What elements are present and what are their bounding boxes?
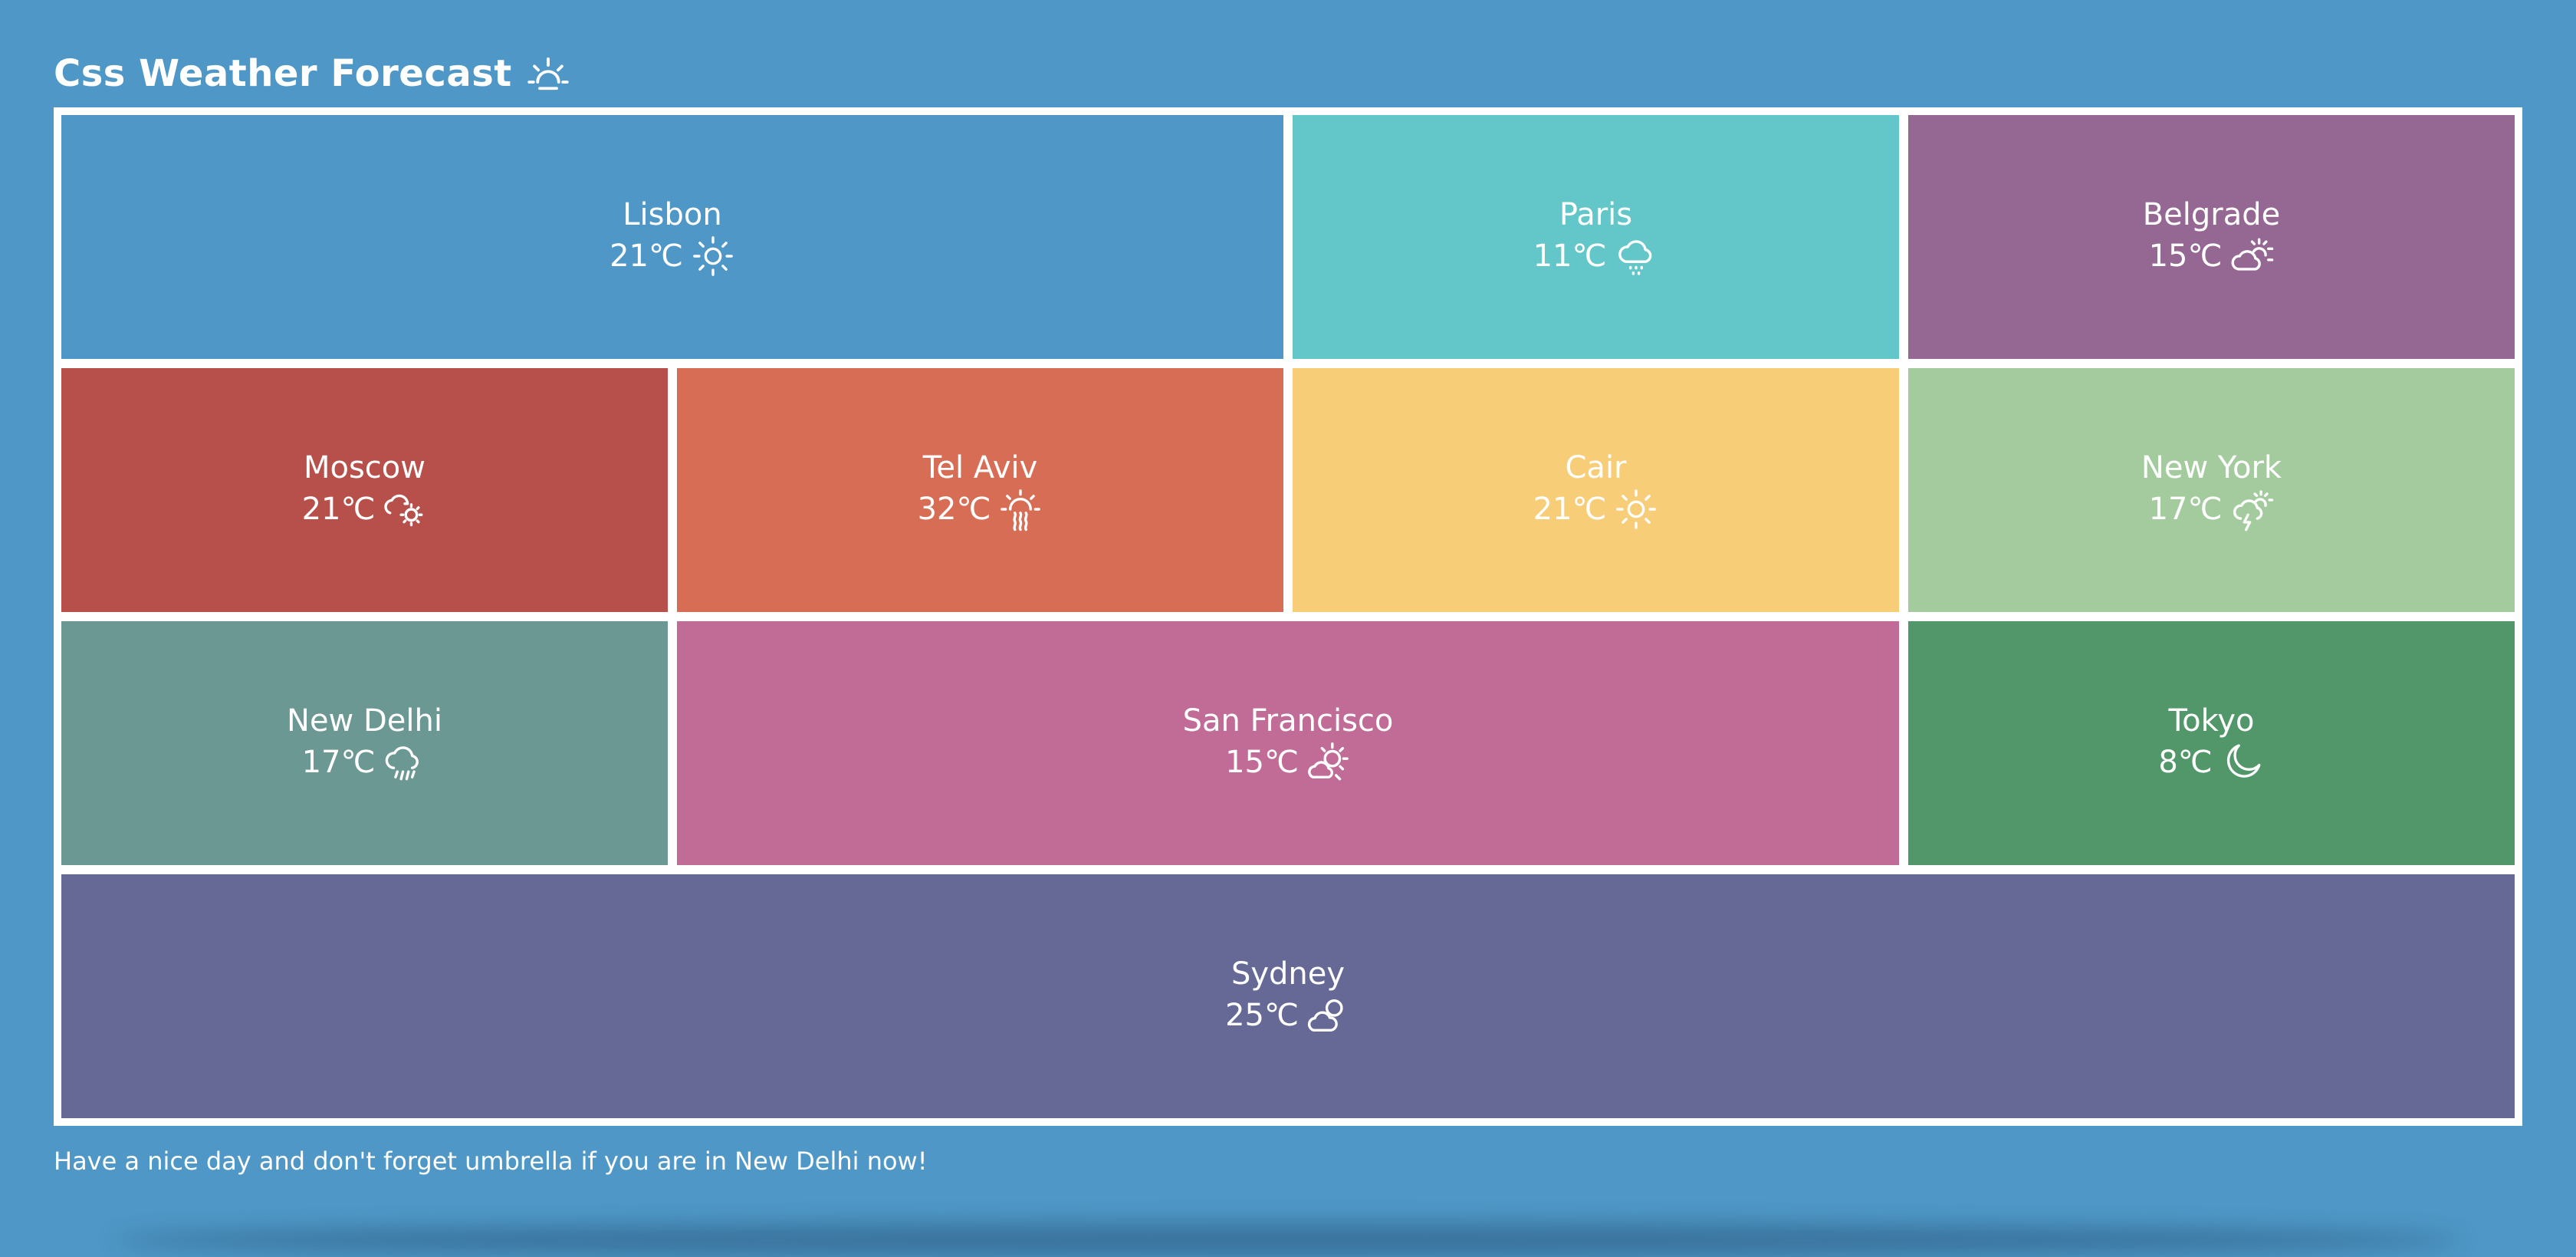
city-tile-lisbon[interactable]: Lisbon 21℃ <box>61 115 1283 359</box>
temperature-row: 15℃ <box>2149 234 2275 278</box>
city-name: Belgrade <box>2142 197 2281 232</box>
cloud-drizzle-icon <box>1614 234 1658 278</box>
sun-icon <box>691 234 735 278</box>
city-tile-new-delhi[interactable]: New Delhi 17℃ <box>61 621 668 865</box>
page-title-text: Css Weather Forecast <box>54 52 512 95</box>
temperature-row: 21℃ <box>302 487 428 531</box>
city-name: New York <box>2141 450 2282 485</box>
temperature: 21℃ <box>610 239 683 274</box>
page-title: Css Weather Forecast <box>54 44 573 103</box>
bottom-shadow <box>115 1223 2461 1257</box>
city-tile-new-york[interactable]: New York 17℃ <box>1908 368 2515 612</box>
temperature-row: 11℃ <box>1533 234 1659 278</box>
temperature: 21℃ <box>301 492 376 527</box>
footer-message: Have a nice day and don't forget umbrell… <box>54 1147 928 1176</box>
temperature: 17℃ <box>301 745 376 780</box>
temperature-row: 8℃ <box>2158 740 2264 785</box>
city-name: Tokyo <box>2168 703 2255 739</box>
city-tile-belgrade[interactable]: Belgrade 15℃ <box>1908 115 2515 359</box>
temperature: 11℃ <box>1533 239 1607 274</box>
city-tile-san-francisco[interactable]: San Francisco 15℃ <box>677 621 1899 865</box>
city-tile-tokyo[interactable]: Tokyo 8℃ <box>1908 621 2515 865</box>
city-name: Moscow <box>303 450 426 485</box>
sun-haze-icon <box>998 487 1043 531</box>
city-name: Cair <box>1565 450 1627 485</box>
temperature: 15℃ <box>2148 239 2223 274</box>
partly-cloudy-icon <box>2229 234 2274 278</box>
sunrise-icon <box>523 48 573 99</box>
cloud-sun-icon <box>383 487 427 531</box>
city-name: Tel Aviv <box>922 450 1038 485</box>
city-tile-cair[interactable]: Cair 21℃ <box>1293 368 1899 612</box>
moon-icon <box>2220 740 2265 785</box>
temperature-row: 15℃ <box>1225 740 1351 785</box>
temperature: 8℃ <box>2158 745 2213 780</box>
city-tile-tel-aviv[interactable]: Tel Aviv 32℃ <box>677 368 1283 612</box>
city-tile-sydney[interactable]: Sydney 25℃ <box>61 874 2515 1118</box>
city-name: New Delhi <box>287 703 442 739</box>
temperature: 32℃ <box>917 492 991 527</box>
temperature-row: 17℃ <box>302 740 428 785</box>
temperature-row: 21℃ <box>1533 487 1659 531</box>
city-name: San Francisco <box>1182 703 1394 739</box>
city-tile-paris[interactable]: Paris 11℃ <box>1293 115 1899 359</box>
storm-sun-icon <box>2229 487 2274 531</box>
temperature-row: 17℃ <box>2149 487 2275 531</box>
cloud-rain-icon <box>383 740 427 785</box>
sun-icon <box>1614 487 1658 531</box>
temperature-row: 25℃ <box>1225 993 1351 1038</box>
city-tile-moscow[interactable]: Moscow 21℃ <box>61 368 668 612</box>
weather-grid: Lisbon 21℃ Paris 11℃ Belgrade 15℃ Moscow 21℃ Tel… <box>54 107 2522 1126</box>
sun-behind-cloud-icon <box>1306 740 1351 785</box>
temperature-row: 21℃ <box>610 234 735 278</box>
temperature: 25℃ <box>1225 998 1299 1033</box>
temperature-row: 32℃ <box>918 487 1043 531</box>
cloud-sun-small-icon <box>1306 993 1351 1038</box>
temperature: 17℃ <box>2148 492 2223 527</box>
city-name: Lisbon <box>623 197 722 232</box>
temperature: 15℃ <box>1225 745 1299 780</box>
city-name: Paris <box>1559 197 1633 232</box>
city-name: Sydney <box>1230 956 1346 992</box>
temperature: 21℃ <box>1533 492 1607 527</box>
